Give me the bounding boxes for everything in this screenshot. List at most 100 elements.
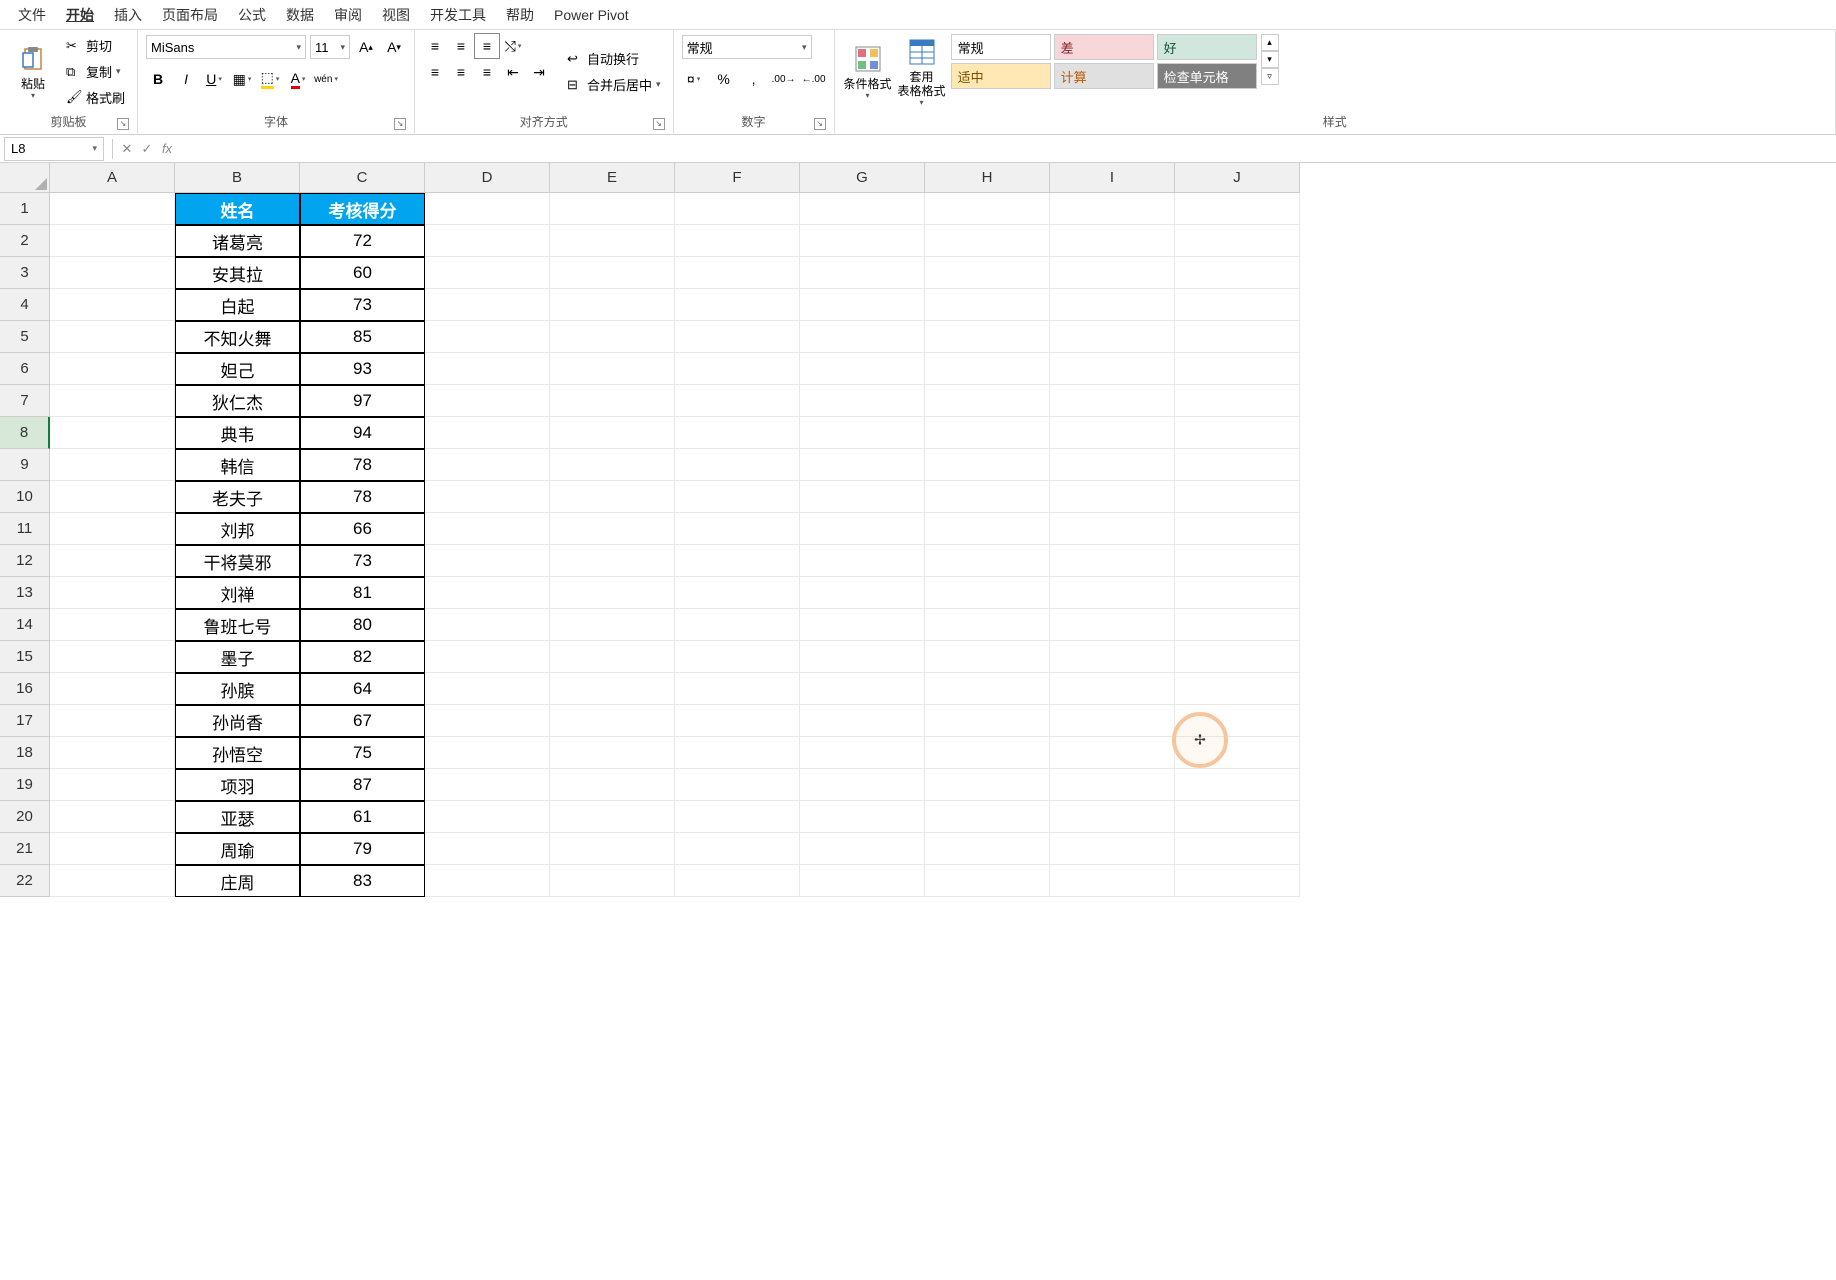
menu-item-3[interactable]: 页面布局 <box>152 1 228 29</box>
cell-A9[interactable] <box>50 449 175 481</box>
cell-G11[interactable] <box>800 513 925 545</box>
underline-button[interactable]: U <box>202 67 226 91</box>
row-header-19[interactable]: 19 <box>0 769 50 801</box>
cell-D4[interactable] <box>425 289 550 321</box>
cell-F12[interactable] <box>675 545 800 577</box>
cell-B4[interactable]: 白起 <box>175 289 300 321</box>
cell-D21[interactable] <box>425 833 550 865</box>
cell-F11[interactable] <box>675 513 800 545</box>
cell-I21[interactable] <box>1050 833 1175 865</box>
cell-F13[interactable] <box>675 577 800 609</box>
cell-style-bad[interactable]: 差 <box>1054 34 1154 60</box>
cell-J3[interactable] <box>1175 257 1300 289</box>
fill-color-button[interactable]: ⬚ <box>258 67 282 91</box>
cell-A18[interactable] <box>50 737 175 769</box>
decrease-indent-button[interactable]: ⇤ <box>501 60 525 84</box>
cell-J22[interactable] <box>1175 865 1300 897</box>
align-right-button[interactable]: ≡ <box>475 60 499 84</box>
cell-B19[interactable]: 项羽 <box>175 769 300 801</box>
align-left-button[interactable]: ≡ <box>423 60 447 84</box>
cell-B16[interactable]: 孙膑 <box>175 673 300 705</box>
styles-scroll-more[interactable]: ▿ <box>1261 68 1279 85</box>
cell-B3[interactable]: 安其拉 <box>175 257 300 289</box>
cell-G10[interactable] <box>800 481 925 513</box>
cancel-formula-button[interactable]: ✕ <box>117 139 137 159</box>
cell-style-neutral[interactable]: 适中 <box>951 63 1051 89</box>
font-size-select[interactable]: 11 ▾ <box>310 35 350 59</box>
cell-A3[interactable] <box>50 257 175 289</box>
row-header-12[interactable]: 12 <box>0 545 50 577</box>
wrap-text-button[interactable]: ↩ 自动换行 <box>563 47 665 71</box>
cell-C15[interactable]: 82 <box>300 641 425 673</box>
cell-F8[interactable] <box>675 417 800 449</box>
cell-H4[interactable] <box>925 289 1050 321</box>
cell-H1[interactable] <box>925 193 1050 225</box>
cell-A1[interactable] <box>50 193 175 225</box>
row-header-21[interactable]: 21 <box>0 833 50 865</box>
cell-H11[interactable] <box>925 513 1050 545</box>
row-header-13[interactable]: 13 <box>0 577 50 609</box>
cell-H5[interactable] <box>925 321 1050 353</box>
cell-I8[interactable] <box>1050 417 1175 449</box>
row-header-5[interactable]: 5 <box>0 321 50 353</box>
format-as-table-button[interactable]: 套用 表格格式 ▾ <box>897 34 947 109</box>
cell-B9[interactable]: 韩信 <box>175 449 300 481</box>
cell-C21[interactable]: 79 <box>300 833 425 865</box>
cell-E6[interactable] <box>550 353 675 385</box>
cell-J18[interactable] <box>1175 737 1300 769</box>
menu-item-5[interactable]: 数据 <box>276 1 324 29</box>
styles-scroll-down[interactable]: ▾ <box>1261 51 1279 68</box>
italic-button[interactable]: I <box>174 67 198 91</box>
cell-A10[interactable] <box>50 481 175 513</box>
cell-J2[interactable] <box>1175 225 1300 257</box>
cell-C11[interactable]: 66 <box>300 513 425 545</box>
cell-E13[interactable] <box>550 577 675 609</box>
cell-G12[interactable] <box>800 545 925 577</box>
cell-J19[interactable] <box>1175 769 1300 801</box>
cell-D14[interactable] <box>425 609 550 641</box>
menu-item-2[interactable]: 插入 <box>104 1 152 29</box>
cell-C18[interactable]: 75 <box>300 737 425 769</box>
cell-G15[interactable] <box>800 641 925 673</box>
column-header-I[interactable]: I <box>1050 163 1175 193</box>
cell-F6[interactable] <box>675 353 800 385</box>
row-header-3[interactable]: 3 <box>0 257 50 289</box>
cell-F1[interactable] <box>675 193 800 225</box>
increase-font-size-button[interactable]: A▴ <box>354 35 378 59</box>
cell-H9[interactable] <box>925 449 1050 481</box>
cell-B8[interactable]: 典韦 <box>175 417 300 449</box>
cell-G14[interactable] <box>800 609 925 641</box>
cell-I10[interactable] <box>1050 481 1175 513</box>
menu-item-7[interactable]: 视图 <box>372 1 420 29</box>
cell-J15[interactable] <box>1175 641 1300 673</box>
row-header-2[interactable]: 2 <box>0 225 50 257</box>
row-header-8[interactable]: 8 <box>0 417 50 449</box>
column-header-H[interactable]: H <box>925 163 1050 193</box>
cell-B15[interactable]: 墨子 <box>175 641 300 673</box>
cell-G16[interactable] <box>800 673 925 705</box>
row-header-14[interactable]: 14 <box>0 609 50 641</box>
number-format-select[interactable]: 常规 ▾ <box>682 35 812 59</box>
cell-D13[interactable] <box>425 577 550 609</box>
cell-D5[interactable] <box>425 321 550 353</box>
align-center-button[interactable]: ≡ <box>449 60 473 84</box>
cell-A15[interactable] <box>50 641 175 673</box>
bold-button[interactable]: B <box>146 67 170 91</box>
cell-I1[interactable] <box>1050 193 1175 225</box>
format-painter-button[interactable]: 🖌 格式刷 <box>62 85 129 109</box>
cell-E19[interactable] <box>550 769 675 801</box>
cell-F14[interactable] <box>675 609 800 641</box>
comma-button[interactable]: , <box>742 67 766 91</box>
phonetic-guide-button[interactable]: wén <box>314 67 338 91</box>
cell-A17[interactable] <box>50 705 175 737</box>
cell-C1[interactable]: 考核得分 <box>300 193 425 225</box>
cell-D16[interactable] <box>425 673 550 705</box>
cell-G7[interactable] <box>800 385 925 417</box>
row-header-4[interactable]: 4 <box>0 289 50 321</box>
column-header-C[interactable]: C <box>300 163 425 193</box>
column-header-D[interactable]: D <box>425 163 550 193</box>
select-all-corner[interactable] <box>0 163 50 193</box>
column-header-E[interactable]: E <box>550 163 675 193</box>
cell-H10[interactable] <box>925 481 1050 513</box>
cell-F4[interactable] <box>675 289 800 321</box>
